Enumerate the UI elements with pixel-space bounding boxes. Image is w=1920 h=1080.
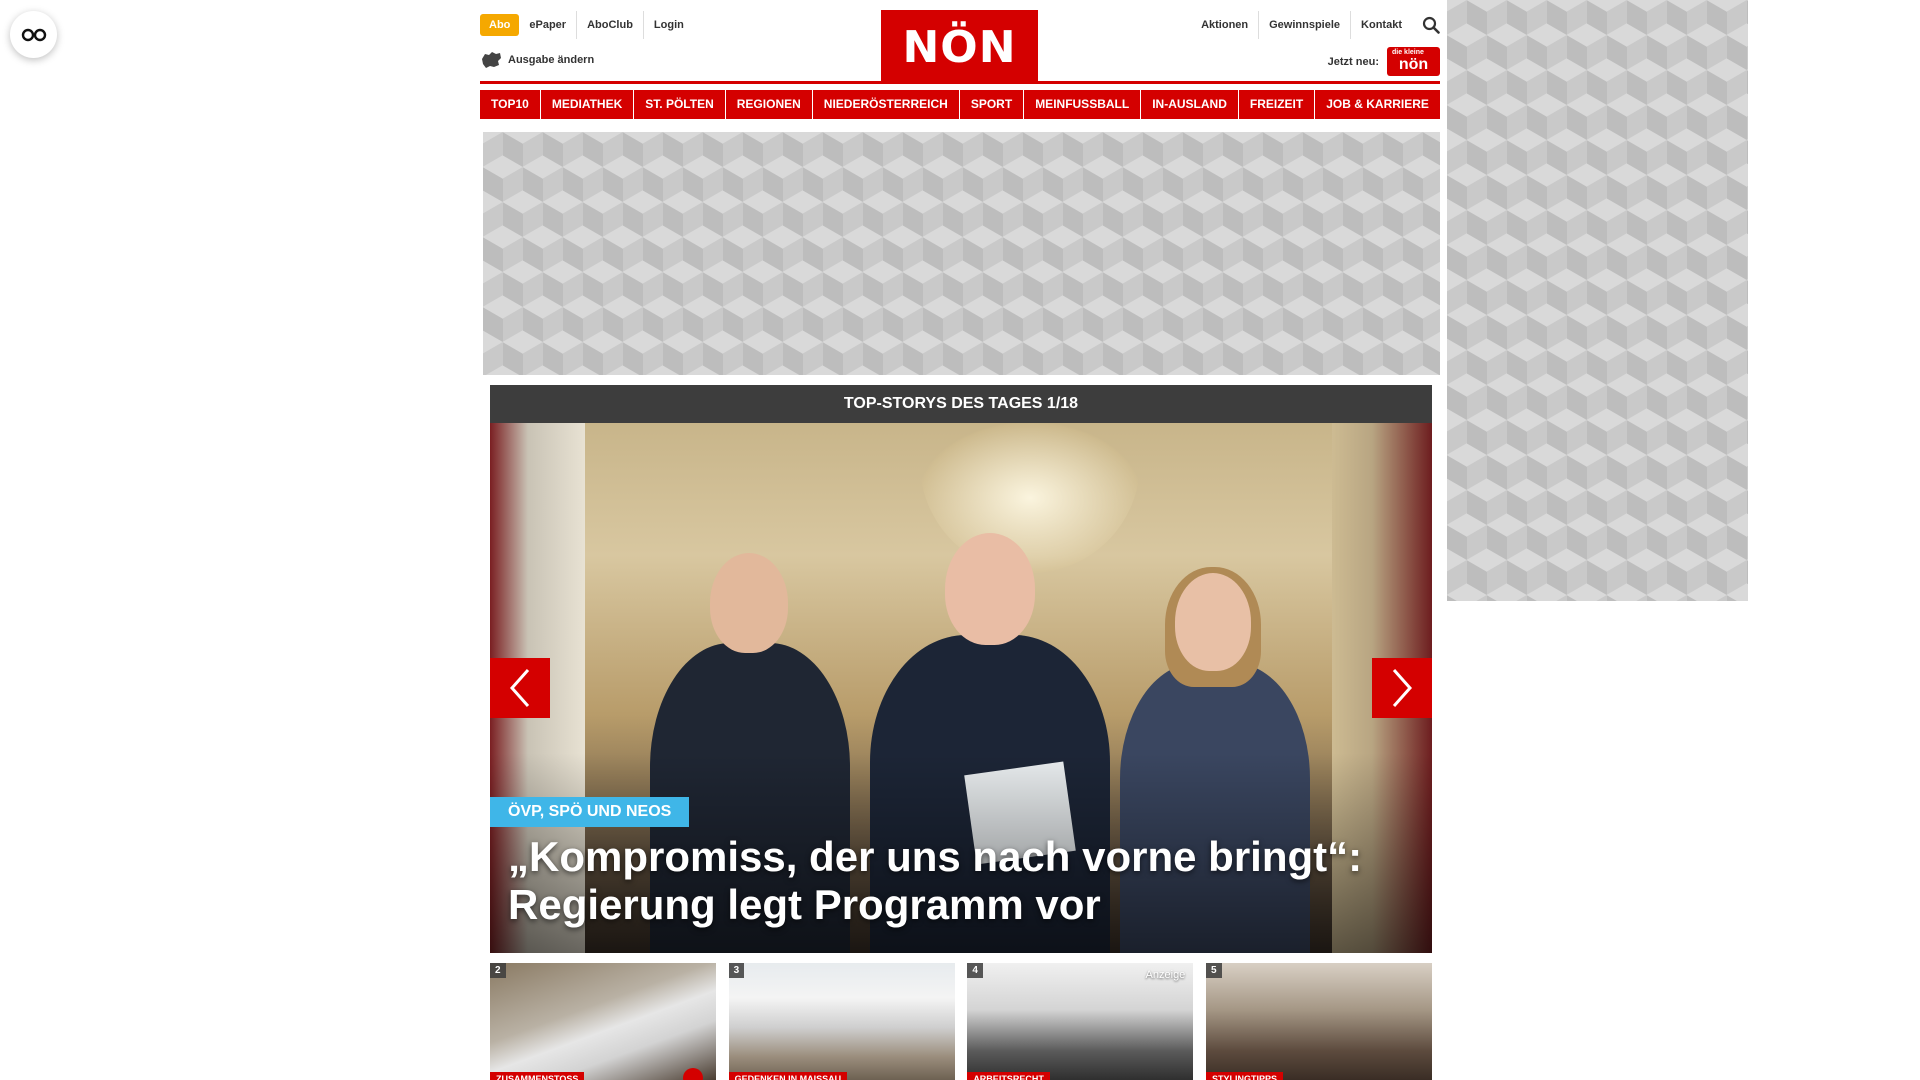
kleine-noen-text: nön — [1398, 56, 1429, 73]
person-head — [710, 553, 788, 653]
kleine-noen-small-text: die kleine — [1392, 49, 1424, 56]
chevron-left-icon — [509, 669, 530, 707]
story-category: ZUSAMMENSTOSS — [490, 1072, 585, 1080]
kleine-noen-logo[interactable]: die kleine nön — [1387, 47, 1440, 76]
story-thumbnail[interactable]: 2 ZUSAMMENSTOSS — [490, 963, 716, 1080]
search-icon[interactable] — [1422, 16, 1440, 34]
hero-story[interactable]: ÖVP, SPÖ UND NEOS „Kompromiss, der uns n… — [490, 423, 1432, 953]
top-left-links: Abo ePaper AboClub Login — [480, 11, 694, 39]
nav-item-top10[interactable]: TOP10 — [480, 90, 540, 119]
story-thumbnails: 2 ZUSAMMENSTOSS 3 GEDENKEN IN MAISSAU 4 … — [490, 963, 1432, 1080]
lower-austria-map-icon — [482, 52, 501, 68]
story-thumbnail[interactable]: 3 GEDENKEN IN MAISSAU — [728, 963, 955, 1080]
hero-category-tag[interactable]: ÖVP, SPÖ UND NEOS — [490, 797, 690, 827]
main-nav: TOP10 MEDIATHEK ST. PÖLTEN REGIONEN NIED… — [480, 90, 1440, 119]
top-stories-heading: TOP-STORYS DES TAGES 1/18 — [490, 385, 1432, 423]
nav-item-sport[interactable]: SPORT — [959, 90, 1024, 119]
story-thumbnail[interactable]: 5 STYLINGTIPPS — [1205, 963, 1432, 1080]
nav-item-freizeit[interactable]: FREIZEIT — [1238, 90, 1315, 119]
top-link-kontakt[interactable]: Kontakt — [1350, 11, 1412, 39]
person-head — [945, 533, 1035, 645]
nav-item-niederoesterreich[interactable]: NIEDERÖSTERREICH — [812, 90, 959, 119]
hero-headline[interactable]: „Kompromiss, der uns nach vorne bringt“:… — [508, 833, 1408, 929]
story-category: GEDENKEN IN MAISSAU — [728, 1072, 848, 1080]
carousel-prev-button[interactable] — [490, 658, 550, 718]
ausgabe-label: Ausgabe ändern — [508, 54, 595, 66]
jetzt-neu-label: Jetzt neu: — [1327, 55, 1379, 68]
nav-item-regionen[interactable]: REGIONEN — [725, 90, 812, 119]
top-link-gewinnspiele[interactable]: Gewinnspiele — [1258, 11, 1350, 39]
top-link-epaper[interactable]: ePaper — [529, 11, 576, 39]
story-thumbnail[interactable]: 4 Anzeige ARBEITSRECHT — [967, 963, 1194, 1080]
gallery-icon — [683, 1068, 703, 1080]
story-number: 5 — [1205, 963, 1222, 978]
ad-label: Anzeige — [1145, 969, 1186, 981]
carousel-next-button[interactable] — [1372, 658, 1432, 718]
top-right-links: Aktionen Gewinnspiele Kontakt — [1201, 11, 1440, 39]
ad-placeholder-skyscraper — [1447, 0, 1748, 601]
story-number: 4 — [967, 963, 983, 978]
ausgabe-aendern-link[interactable]: Ausgabe ändern — [480, 51, 594, 69]
top-link-login[interactable]: Login — [642, 11, 694, 39]
nav-item-st-poelten[interactable]: ST. PÖLTEN — [634, 90, 725, 119]
ad-placeholder-banner — [483, 132, 1440, 375]
nav-item-meinfussball[interactable]: MEINFUSSBALL — [1024, 90, 1141, 119]
top-link-aktionen[interactable]: Aktionen — [1201, 11, 1258, 39]
story-number: 3 — [728, 963, 745, 978]
abo-button[interactable]: Abo — [480, 14, 520, 36]
person-head — [1175, 573, 1251, 671]
top-stories: TOP-STORYS DES TAGES 1/18 ÖVP, SPÖ UND N… — [490, 385, 1432, 953]
reader-glasses-icon — [21, 28, 46, 41]
nav-item-in-ausland[interactable]: IN-AUSLAND — [1141, 90, 1238, 119]
header-divider — [480, 81, 1440, 84]
story-category: STYLINGTIPPS — [1205, 1072, 1283, 1080]
page-container: Abo ePaper AboClub Login Ausgabe ändern … — [480, 0, 1440, 1080]
nav-item-job-karriere[interactable]: JOB & KARRIERE — [1315, 90, 1440, 119]
nav-item-mediathek[interactable]: MEDIATHEK — [540, 90, 634, 119]
site-header: Abo ePaper AboClub Login Ausgabe ändern … — [480, 0, 1440, 84]
jetzt-neu-promo: Jetzt neu: die kleine nön — [1328, 47, 1440, 76]
story-number: 2 — [490, 963, 506, 978]
story-category: ARBEITSRECHT — [967, 1072, 1050, 1080]
noen-logo[interactable]: NÖN — [881, 10, 1038, 84]
chevron-right-icon — [1392, 669, 1413, 707]
top-link-aboclub[interactable]: AboClub — [576, 11, 643, 39]
reader-mode-button[interactable] — [10, 11, 57, 58]
